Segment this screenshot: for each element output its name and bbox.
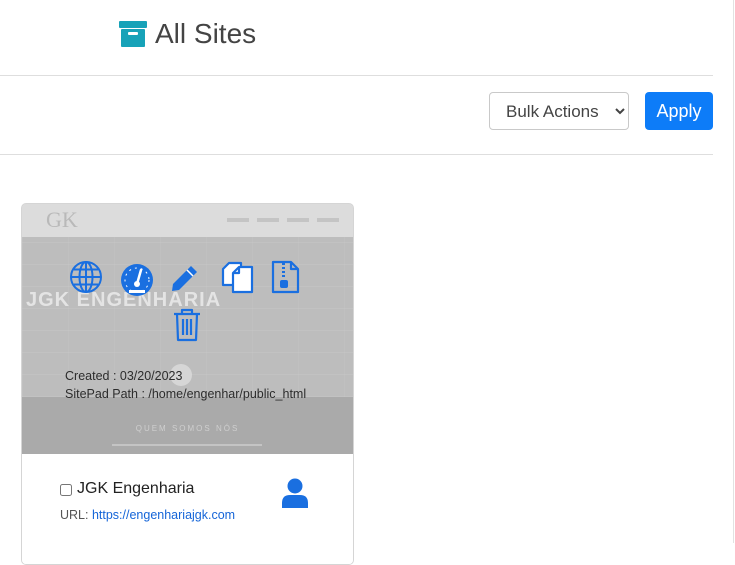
site-select-checkbox[interactable]	[60, 484, 72, 496]
site-path: SitePad Path : /home/engenhar/public_htm…	[65, 387, 307, 401]
page-right-border	[733, 0, 734, 543]
zip-file-icon[interactable]	[267, 259, 303, 295]
copy-clone-icon[interactable]	[219, 259, 255, 295]
page-title: All Sites	[155, 18, 257, 49]
archive-box-icon	[119, 21, 147, 47]
bulk-actions-select[interactable]: Bulk Actions	[489, 92, 629, 130]
thumbnail-nav	[227, 218, 347, 222]
apply-button[interactable]: Apply	[645, 92, 713, 130]
pencil-edit-icon[interactable]	[167, 259, 203, 295]
thumbnail-band-subline	[112, 444, 262, 446]
site-card-footer: JGK Engenharia URL: https://engenhariajg…	[22, 454, 353, 564]
page-header: All Sites	[119, 16, 256, 52]
site-url-link[interactable]: https://engenhariajgk.com	[92, 508, 235, 522]
site-url-row: URL: https://engenhariajgk.com	[60, 508, 235, 522]
divider-top	[0, 75, 713, 76]
trash-icon[interactable]	[169, 307, 205, 343]
site-name: JGK Engenharia	[77, 480, 195, 497]
thumbnail-band-text: QUEM SOMOS NÓS	[135, 424, 240, 433]
globe-icon[interactable]	[68, 259, 104, 295]
dashboard-gauge-icon[interactable]	[119, 261, 155, 297]
site-url-label: URL:	[60, 508, 92, 522]
divider-bottom	[0, 154, 713, 155]
thumbnail-logo: GK	[46, 207, 78, 232]
site-created-date: Created : 03/20/2023	[65, 369, 183, 383]
site-card: GK JGK ENGENHARIA QUEM SOMOS NÓS Created…	[21, 203, 354, 565]
user-icon[interactable]	[282, 478, 308, 508]
site-thumbnail: GK JGK ENGENHARIA QUEM SOMOS NÓS Created…	[22, 204, 353, 454]
